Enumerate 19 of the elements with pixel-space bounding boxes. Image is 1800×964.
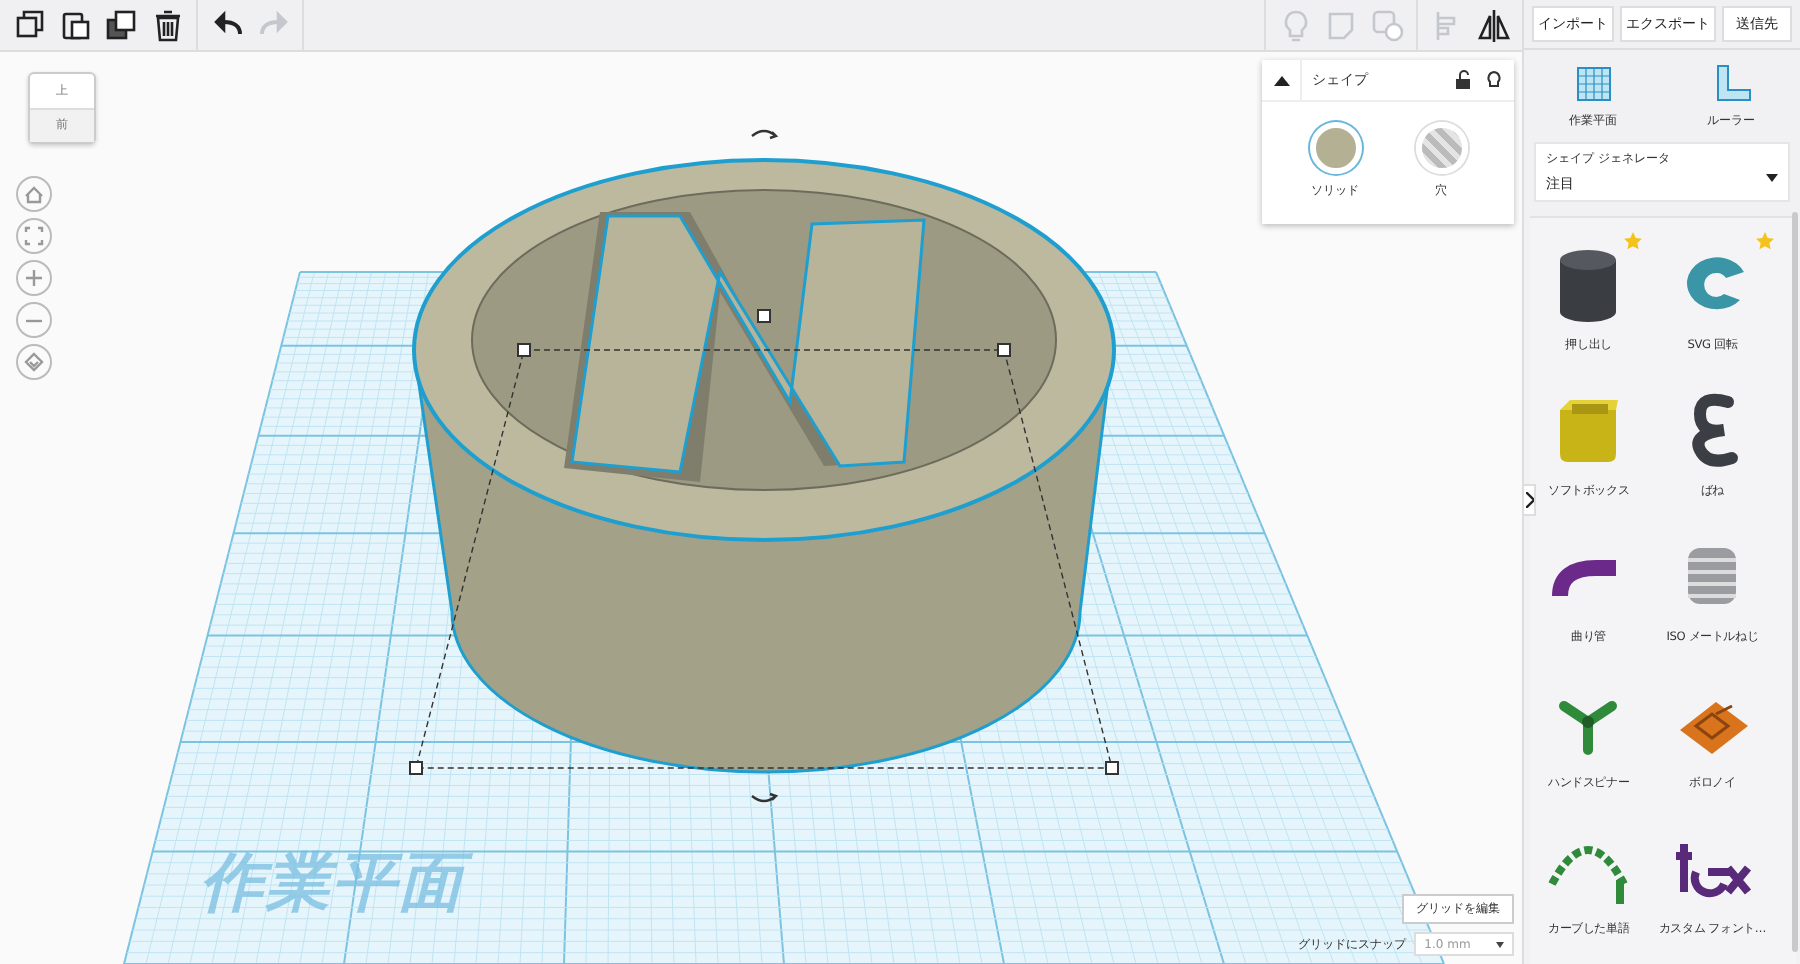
home-icon — [24, 184, 44, 204]
caret-icon — [1496, 941, 1505, 947]
zoom-out-icon — [24, 317, 44, 323]
chevron-icon[interactable] — [1522, 484, 1537, 516]
bulb-icon[interactable] — [1484, 70, 1505, 90]
star-icon[interactable] — [1756, 232, 1774, 250]
home-button[interactable] — [16, 176, 52, 212]
zoom-out-button[interactable] — [16, 302, 52, 338]
ortho-icon — [24, 352, 44, 372]
fit-icon — [24, 226, 44, 246]
star-icon[interactable] — [1624, 232, 1643, 250]
mirror-icon[interactable] — [1472, 4, 1515, 46]
grid-icon — [1571, 62, 1616, 106]
zoom-in-button[interactable] — [16, 260, 52, 296]
lock-icon[interactable] — [1454, 70, 1475, 90]
ortho-button[interactable] — [16, 344, 52, 380]
fit-button[interactable] — [16, 218, 52, 254]
caret-icon — [1766, 174, 1778, 182]
zoom-in-icon — [24, 268, 44, 288]
